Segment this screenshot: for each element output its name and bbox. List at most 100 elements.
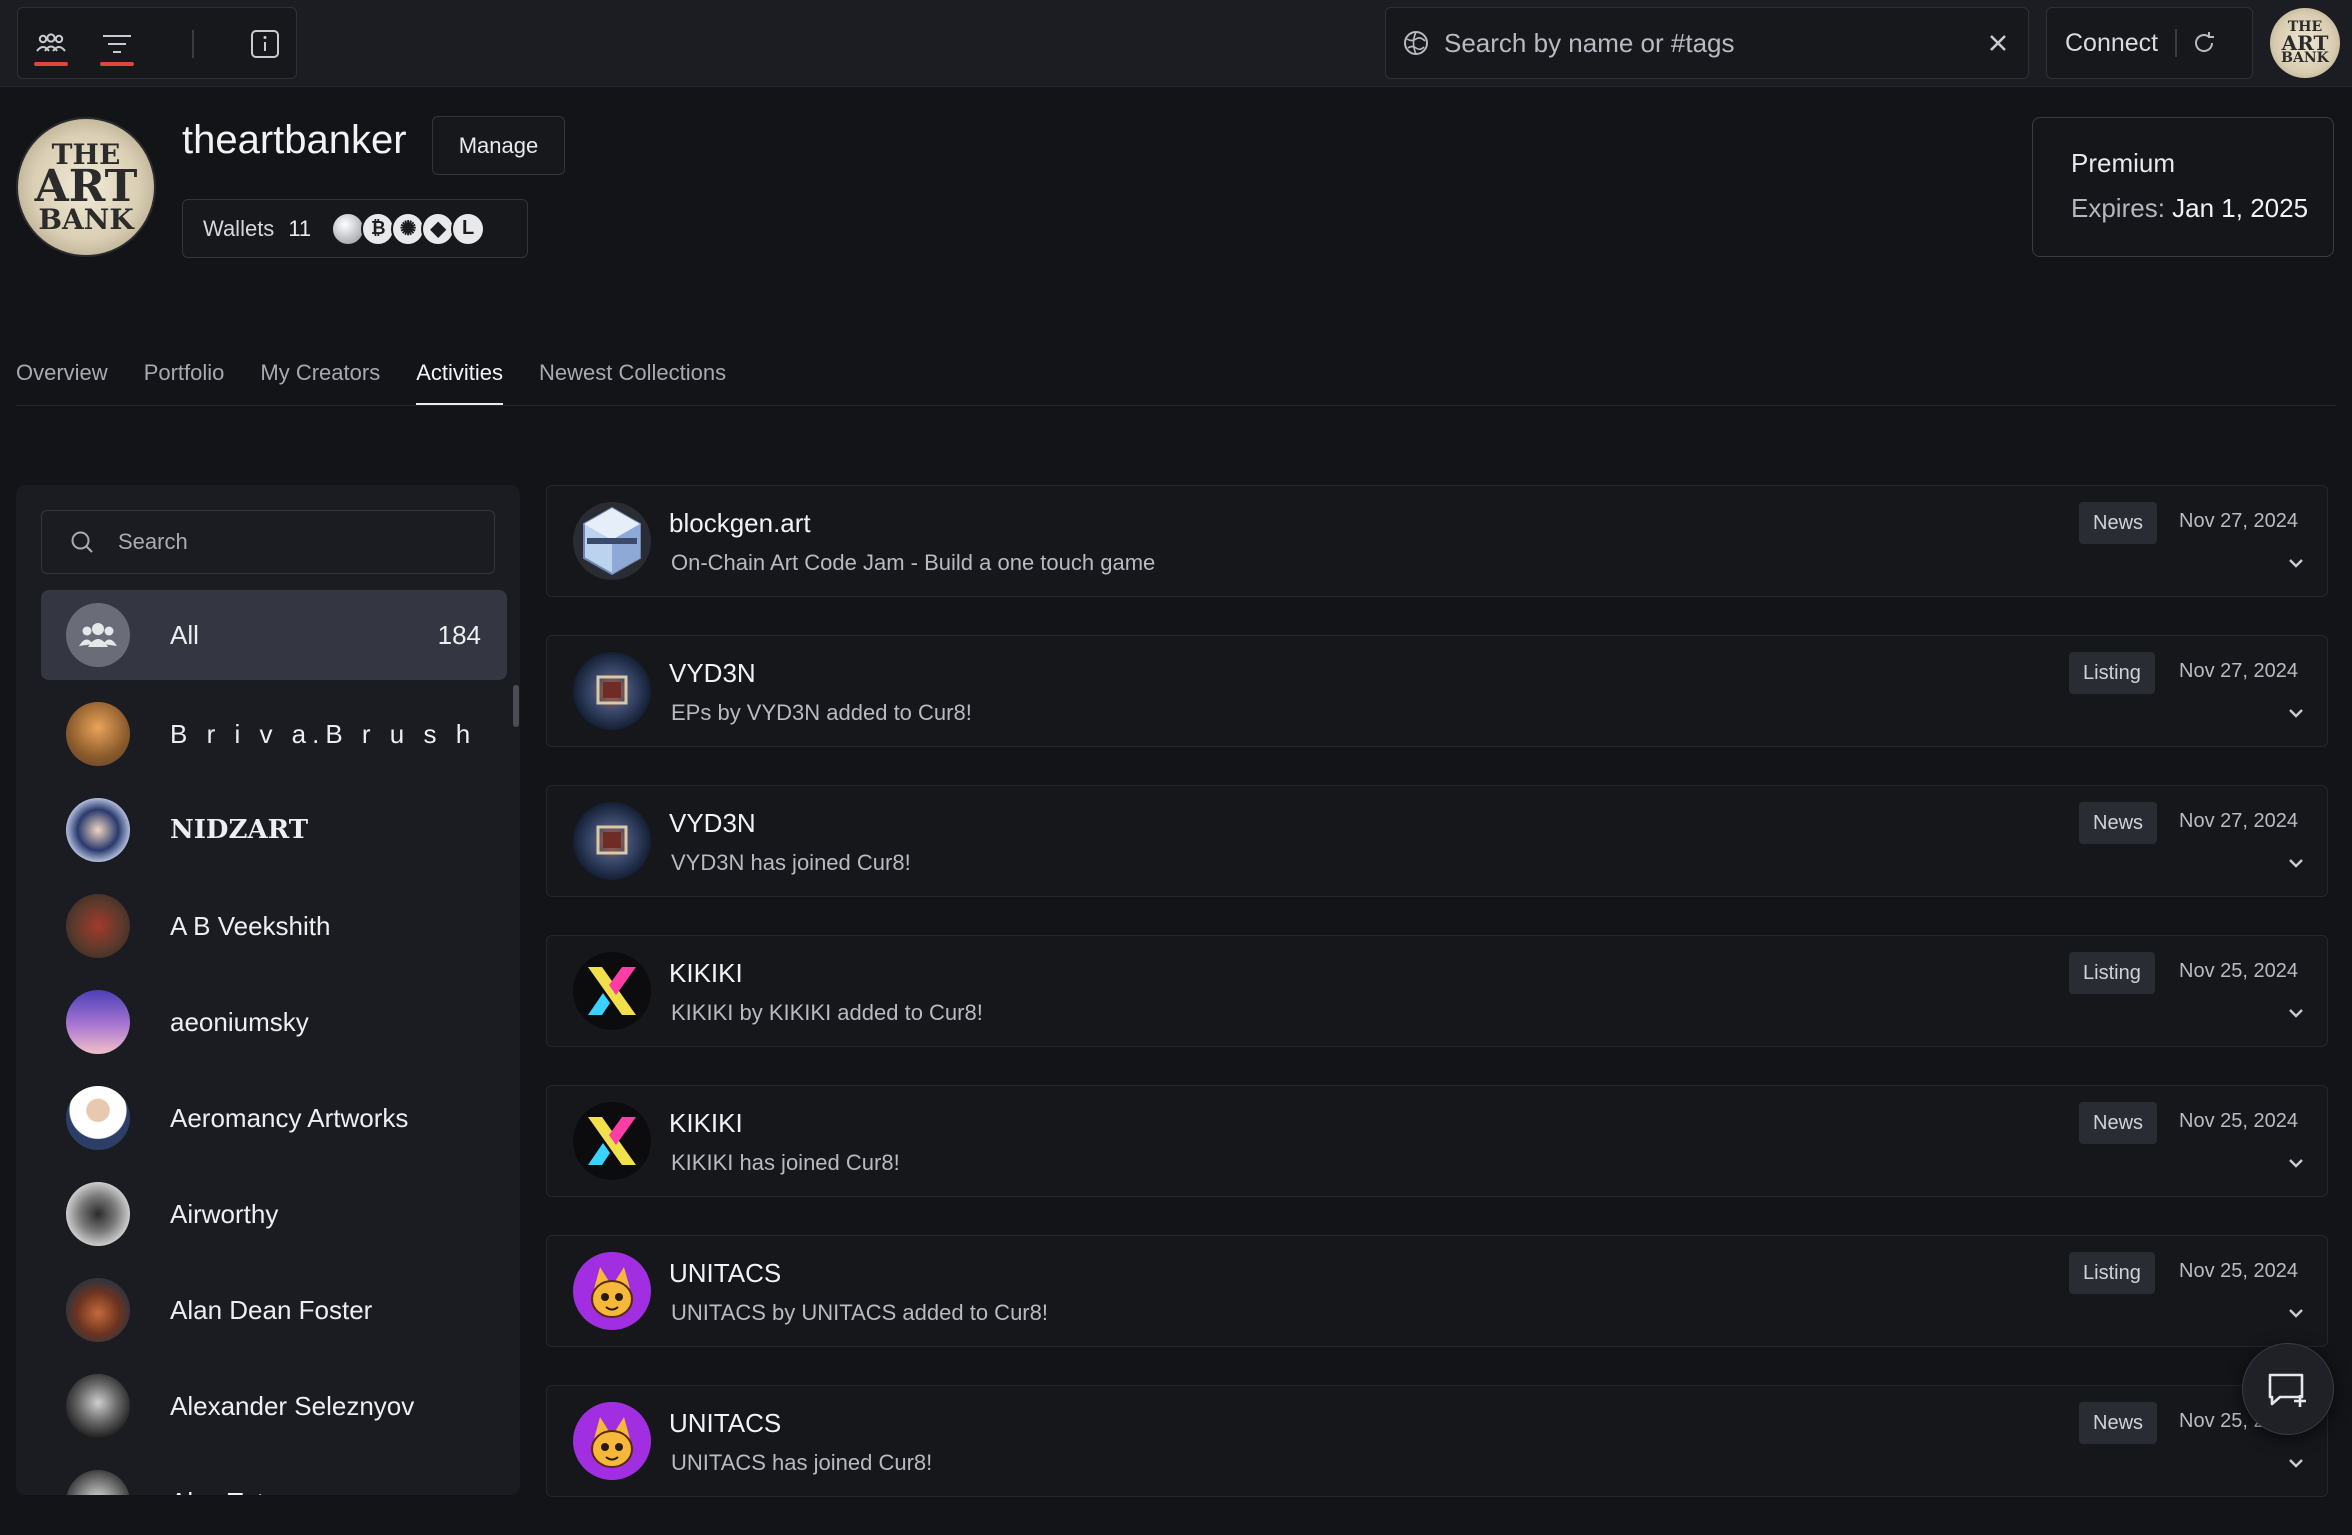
kikiki-logo — [573, 952, 651, 1030]
creator-avatar — [66, 1470, 130, 1495]
wallets-count: 11 — [288, 215, 312, 241]
creator-item[interactable]: Alan Dean Foster — [41, 1262, 507, 1358]
chevron-down-icon — [2289, 1009, 2303, 1018]
activity-date: Nov 25, 2024 — [2179, 1110, 2298, 1132]
connect-group: Connect — [2046, 7, 2253, 79]
creator-name: Alex Tut — [170, 1487, 264, 1496]
expires-date: Jan 1, 2025 — [2172, 193, 2309, 223]
creator-item[interactable]: Airworthy — [41, 1166, 507, 1262]
creator-item[interactable]: B r i v a.B r u s h — [41, 686, 507, 782]
tab-activities[interactable]: Activities — [416, 360, 503, 406]
sidebar-scrollbar[interactable] — [513, 685, 519, 727]
activity-card[interactable]: UNITACS UNITACS by UNITACS added to Cur8… — [546, 1235, 2328, 1347]
activity-card[interactable]: KIKIKI KIKIKI by KIKIKI added to Cur8! L… — [546, 935, 2328, 1047]
global-search[interactable]: Search by name or #tags — [1385, 7, 2029, 79]
expand-button[interactable] — [2285, 1302, 2307, 1324]
activity-title: KIKIKI — [669, 1108, 743, 1138]
activity-card[interactable]: blockgen.art On-Chain Art Code Jam - Bui… — [546, 485, 2328, 597]
activity-title: VYD3N — [669, 658, 756, 688]
creator-item[interactable]: Alex Tut — [41, 1454, 507, 1495]
activity-date: Nov 27, 2024 — [2179, 810, 2298, 832]
activity-description: EPs by VYD3N added to Cur8! — [671, 700, 972, 725]
search-input[interactable]: Search by name or #tags — [1444, 28, 1968, 59]
plan-expiry: Expires: Jan 1, 2025 — [2071, 193, 2333, 224]
tab-my-creators[interactable]: My Creators — [260, 360, 380, 406]
generic-token-icon — [331, 211, 366, 246]
wallets-summary[interactable]: Wallets 11 ₿ ✺ ◆ L — [182, 199, 528, 258]
tab-newest-collections[interactable]: Newest Collections — [539, 360, 726, 406]
expires-label: Expires: — [2071, 193, 2165, 223]
activity-type-badge: News — [2079, 1102, 2158, 1144]
creator-item[interactable]: aeoniumsky — [41, 974, 507, 1070]
blockgen-logo — [573, 502, 651, 580]
info-icon — [251, 30, 279, 58]
creator-sidebar: Search All 184 B r i v a.B r u s h NIDZA… — [16, 485, 520, 1495]
creator-count: 184 — [437, 619, 481, 650]
activity-feed: blockgen.art On-Chain Art Code Jam - Bui… — [546, 485, 2328, 1535]
creator-avatar — [66, 1278, 130, 1342]
creator-item[interactable]: A B Veekshith — [41, 878, 507, 974]
add-feedback-button[interactable] — [2242, 1343, 2334, 1435]
search-icon — [71, 531, 93, 553]
creator-avatar — [66, 702, 130, 766]
wallets-label: Wallets — [203, 215, 275, 241]
connect-button[interactable]: Connect — [2065, 29, 2175, 58]
active-indicator — [34, 62, 68, 66]
expand-button[interactable] — [2285, 1152, 2307, 1174]
info-button[interactable] — [232, 8, 298, 80]
creator-avatar — [66, 1182, 130, 1246]
activity-type-badge: News — [2079, 802, 2158, 844]
activity-type-badge: Listing — [2069, 652, 2155, 694]
creator-search-input[interactable]: Search — [118, 529, 188, 555]
chevron-down-icon — [2289, 709, 2303, 718]
creators-view-button[interactable] — [18, 8, 84, 80]
user-avatar[interactable]: THE ART BANK — [2270, 8, 2340, 78]
tab-overview[interactable]: Overview — [16, 360, 108, 406]
divider — [192, 30, 194, 58]
activity-title: UNITACS — [669, 1258, 782, 1288]
activity-title: UNITACS — [669, 1408, 782, 1438]
loopring-icon: L — [451, 211, 486, 246]
tabs-divider — [16, 405, 2336, 406]
vyd3n-logo — [573, 802, 651, 880]
activity-card[interactable]: KIKIKI KIKIKI has joined Cur8! News Nov … — [546, 1085, 2328, 1197]
manage-button[interactable]: Manage — [432, 116, 565, 175]
creator-item[interactable]: NIDZART — [41, 782, 507, 878]
creator-name: All — [170, 619, 199, 650]
refresh-icon[interactable] — [2191, 30, 2217, 56]
chain-icons: ₿ ✺ ◆ L — [331, 211, 486, 246]
activity-date: Nov 25, 2024 — [2179, 960, 2298, 982]
activity-date: Nov 25, 2024 — [2179, 1260, 2298, 1282]
activity-card[interactable]: VYD3N EPs by VYD3N added to Cur8! Listin… — [546, 635, 2328, 747]
bitcoin-icon: ₿ — [361, 211, 396, 246]
activity-title: VYD3N — [669, 808, 756, 838]
vyd3n-logo — [573, 652, 651, 730]
art-bank-logo: THE ART BANK — [34, 138, 138, 236]
activity-date: Nov 27, 2024 — [2179, 660, 2298, 682]
filter-view-button[interactable] — [84, 8, 150, 80]
creator-name: Alan Dean Foster — [170, 1294, 373, 1325]
activity-card[interactable]: VYD3N VYD3N has joined Cur8! News Nov 27… — [546, 785, 2328, 897]
creator-name: B r i v a.B r u s h — [170, 718, 477, 749]
expand-button[interactable] — [2285, 552, 2307, 574]
clear-search-button[interactable] — [1968, 34, 2028, 52]
activity-card[interactable]: UNITACS UNITACS has joined Cur8! News No… — [546, 1385, 2328, 1497]
creator-name: A B Veekshith — [170, 910, 331, 941]
creator-name: NIDZART — [170, 815, 309, 845]
divider — [2175, 29, 2177, 57]
expand-button[interactable] — [2285, 1002, 2307, 1024]
creator-filter-all[interactable]: All 184 — [41, 590, 507, 680]
expand-button[interactable] — [2285, 1452, 2307, 1474]
creator-item[interactable]: Aeromancy Artworks — [41, 1070, 507, 1166]
group-icon — [79, 623, 117, 647]
active-indicator — [100, 62, 134, 66]
tab-portfolio[interactable]: Portfolio — [144, 360, 225, 406]
creator-avatar — [66, 798, 130, 862]
creator-item[interactable]: Alexander Seleznyov — [41, 1358, 507, 1454]
art-bank-logo: THE ART BANK — [2281, 19, 2329, 66]
expand-button[interactable] — [2285, 852, 2307, 874]
expand-button[interactable] — [2285, 702, 2307, 724]
activity-description: UNITACS has joined Cur8! — [671, 1450, 933, 1475]
creator-list: All 184 B r i v a.B r u s h NIDZART A B … — [41, 590, 507, 1495]
creator-search[interactable]: Search — [41, 510, 495, 574]
